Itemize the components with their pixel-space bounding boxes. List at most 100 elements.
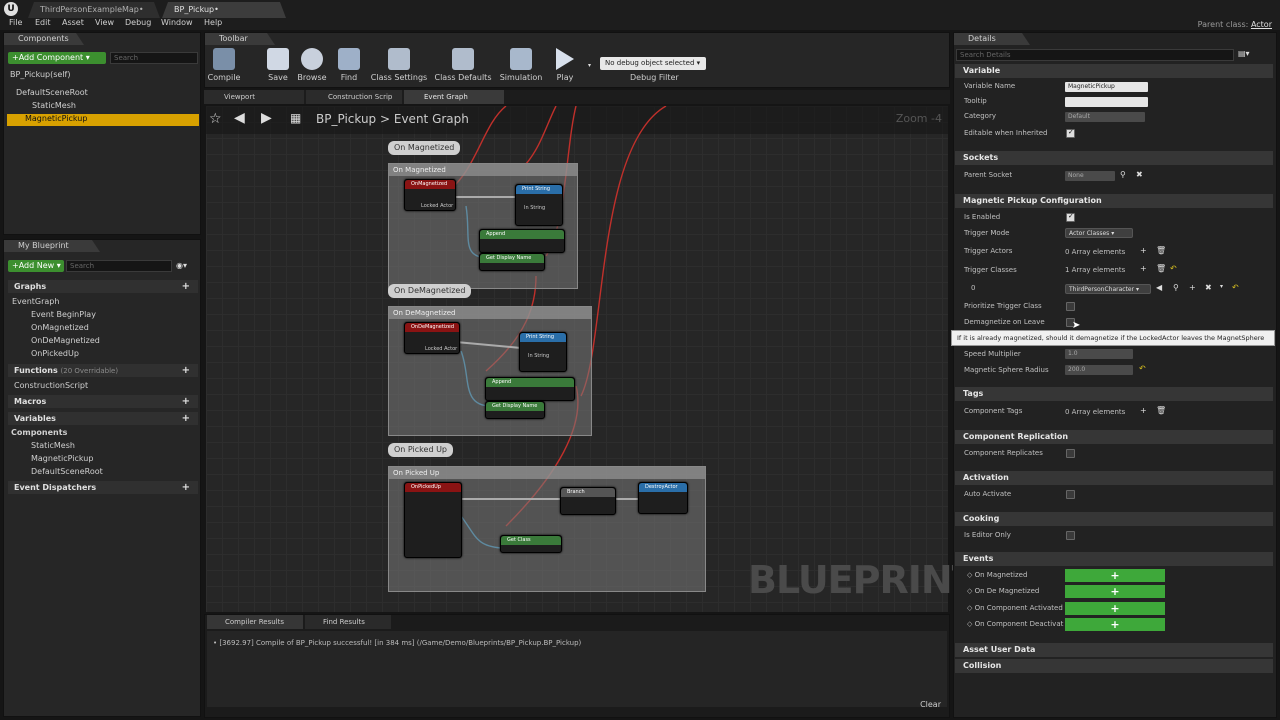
- section-tags[interactable]: Tags: [955, 387, 1273, 401]
- trigger-mode-select[interactable]: Actor Classes ▾: [1065, 228, 1133, 238]
- trigger-actors-delete-icon[interactable]: 🗑: [1156, 246, 1166, 255]
- component-static-mesh[interactable]: StaticMesh: [32, 101, 76, 110]
- trigger-actors-add-icon[interactable]: +: [1140, 246, 1147, 255]
- trigger-classes-delete-icon[interactable]: 🗑: [1156, 264, 1166, 273]
- class-0-use-selected-icon[interactable]: ◀: [1156, 283, 1162, 292]
- variables-category[interactable]: Variables +: [8, 412, 198, 425]
- components-search-input[interactable]: Search: [110, 52, 198, 64]
- play-button[interactable]: Play: [552, 48, 578, 82]
- section-collision[interactable]: Collision: [955, 659, 1273, 673]
- variable-static-mesh[interactable]: StaticMesh: [31, 441, 75, 450]
- category-select[interactable]: Default: [1065, 112, 1145, 122]
- node-get-display-name-2[interactable]: Get Display Name: [485, 401, 545, 419]
- node-print-string-2[interactable]: Print String In String: [519, 332, 567, 372]
- macros-category[interactable]: Macros +: [8, 395, 198, 408]
- class-0-options-chevron-icon[interactable]: ▾: [1220, 283, 1223, 290]
- node-branch[interactable]: Branch: [560, 487, 616, 515]
- editable-inherited-checkbox[interactable]: [1066, 128, 1075, 138]
- node-print-string-1[interactable]: Print String In String: [515, 184, 563, 226]
- node-on-demagnetized[interactable]: OnDeMagnetized Locked Actor: [404, 322, 460, 354]
- class-0-add-icon[interactable]: +: [1189, 283, 1196, 292]
- play-options-chevron-icon[interactable]: ▾: [588, 62, 591, 69]
- menu-file[interactable]: File: [9, 18, 22, 27]
- class-settings-button[interactable]: Class Settings: [370, 48, 428, 82]
- class-0-browse-icon[interactable]: ⚲: [1173, 283, 1179, 292]
- comment-bubble-on-magnetized[interactable]: On Magnetized: [388, 141, 461, 155]
- menu-debug[interactable]: Debug: [125, 18, 151, 27]
- comment-bubble-on-demagnetized[interactable]: On DeMagnetized: [388, 284, 472, 298]
- simulation-button[interactable]: Simulation: [499, 48, 543, 82]
- comment-bubble-on-picked-up[interactable]: On Picked Up: [388, 443, 454, 457]
- view-options-eye-icon[interactable]: ◉▾: [176, 261, 187, 270]
- variable-magnetic-pickup[interactable]: MagneticPickup: [31, 454, 93, 463]
- socket-search-icon[interactable]: ⚲: [1120, 170, 1126, 179]
- is-editor-only-checkbox[interactable]: [1066, 531, 1075, 540]
- node-append-2[interactable]: Append: [485, 377, 575, 401]
- prioritize-trigger-class-checkbox[interactable]: [1066, 302, 1075, 311]
- menu-window[interactable]: Window: [161, 18, 193, 27]
- class-defaults-button[interactable]: Class Defaults: [434, 48, 492, 82]
- tab-event-graph[interactable]: Event Graph: [404, 90, 504, 104]
- doc-tab-bp-pickup[interactable]: BP_Pickup•: [162, 2, 286, 18]
- component-default-scene-root[interactable]: DefaultSceneRoot: [16, 88, 88, 97]
- is-enabled-checkbox[interactable]: [1066, 212, 1075, 222]
- node-get-class[interactable]: Get Class: [500, 535, 562, 553]
- component-magnetic-pickup[interactable]: MagneticPickup: [7, 114, 199, 126]
- tooltip-input[interactable]: [1065, 97, 1148, 107]
- add-function-plus-icon[interactable]: +: [182, 364, 190, 377]
- browse-button[interactable]: Browse: [296, 48, 328, 82]
- parent-class-link[interactable]: Actor: [1251, 20, 1272, 29]
- trigger-classes-reset-icon[interactable]: ↶: [1170, 264, 1177, 273]
- section-asset-user-data[interactable]: Asset User Data: [955, 643, 1273, 657]
- doc-tab-map[interactable]: ThirdPersonExampleMap•: [28, 2, 160, 18]
- clear-button[interactable]: Clear: [920, 700, 941, 709]
- graph-item-on-demagnetized[interactable]: OnDeMagnetized: [31, 336, 100, 345]
- component-tags-add-icon[interactable]: +: [1140, 406, 1147, 415]
- component-tags-delete-icon[interactable]: 🗑: [1156, 406, 1166, 415]
- graph-item-on-magnetized[interactable]: OnMagnetized: [31, 323, 89, 332]
- component-replicates-checkbox[interactable]: [1066, 449, 1075, 458]
- graph-item-begin-play[interactable]: Event BeginPlay: [31, 310, 96, 319]
- section-sockets[interactable]: Sockets: [955, 151, 1273, 165]
- component-self[interactable]: BP_Pickup(self): [10, 70, 71, 79]
- add-new-button[interactable]: +Add New ▾: [8, 260, 64, 272]
- save-button[interactable]: Save: [265, 48, 291, 82]
- socket-clear-icon[interactable]: ✖: [1136, 170, 1143, 179]
- add-event-on-magnetized-button[interactable]: +: [1065, 569, 1165, 582]
- event-graph-item[interactable]: EventGraph: [12, 297, 59, 306]
- functions-category[interactable]: Functions (20 Overridable) +: [8, 364, 198, 377]
- variables-components-group[interactable]: Components: [11, 428, 67, 437]
- node-destroy-actor[interactable]: DestroyActor: [638, 482, 688, 514]
- section-variable[interactable]: Variable: [955, 64, 1273, 78]
- graph-item-on-picked-up[interactable]: OnPickedUp: [31, 349, 79, 358]
- trigger-classes-add-icon[interactable]: +: [1140, 264, 1147, 273]
- tab-construction-script[interactable]: Construction Scrip: [306, 90, 402, 104]
- compile-button[interactable]: Compile: [206, 48, 242, 82]
- auto-activate-checkbox[interactable]: [1066, 490, 1075, 499]
- find-button[interactable]: Find: [335, 48, 363, 82]
- menu-view[interactable]: View: [95, 18, 114, 27]
- tab-find-results[interactable]: Find Results: [305, 615, 391, 629]
- radius-reset-icon[interactable]: ↶: [1139, 364, 1146, 373]
- add-event-on-component-deactivated-button[interactable]: +: [1065, 618, 1165, 631]
- function-construction-script[interactable]: ConstructionScript: [14, 381, 88, 390]
- node-get-display-name-1[interactable]: Get Display Name: [479, 253, 545, 271]
- details-view-options-icon[interactable]: ▤▾: [1238, 49, 1250, 58]
- details-search-input[interactable]: Search Details: [956, 49, 1234, 61]
- variable-default-scene-root[interactable]: DefaultSceneRoot: [31, 467, 103, 476]
- section-component-replication[interactable]: Component Replication: [955, 430, 1273, 444]
- parent-socket-field[interactable]: None: [1065, 171, 1115, 181]
- menu-help[interactable]: Help: [204, 18, 222, 27]
- section-activation[interactable]: Activation: [955, 471, 1273, 485]
- trigger-class-0-select[interactable]: ThirdPersonCharacter ▾: [1065, 284, 1151, 294]
- magnetic-sphere-radius-input[interactable]: 200.0: [1065, 365, 1133, 375]
- add-graph-plus-icon[interactable]: +: [182, 280, 190, 293]
- section-cooking[interactable]: Cooking: [955, 512, 1273, 526]
- debug-object-select[interactable]: No debug object selected ▾: [600, 57, 706, 70]
- add-event-on-de-magnetized-button[interactable]: +: [1065, 585, 1165, 598]
- menu-edit[interactable]: Edit: [35, 18, 51, 27]
- class-0-reset-icon[interactable]: ↶: [1232, 283, 1239, 292]
- tab-viewport[interactable]: Viewport: [204, 90, 304, 104]
- menu-asset[interactable]: Asset: [62, 18, 84, 27]
- add-dispatcher-plus-icon[interactable]: +: [182, 481, 190, 494]
